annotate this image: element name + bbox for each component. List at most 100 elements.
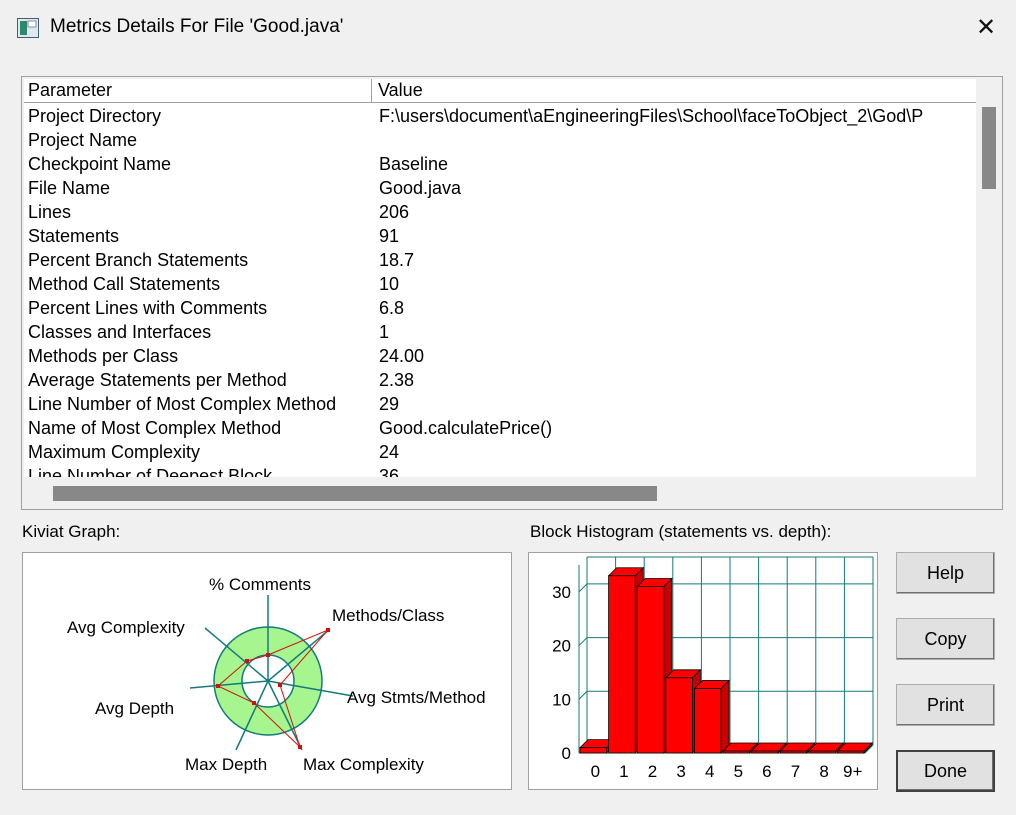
x-tick-label: 5 [734, 762, 743, 781]
table-row[interactable]: Project Directory F:\users\document\aEngi… [24, 105, 976, 129]
block-histogram-chart: 01020300 1 2 3 4 5 6 7 8 9+ [552, 556, 874, 781]
x-tick-label: 6 [762, 762, 771, 781]
kiviat-graph: % Comments Methods/Class Avg Stmts/Metho… [67, 575, 486, 774]
table-row[interactable]: Checkpoint Name Baseline [24, 153, 976, 177]
parameter-cell: Maximum Complexity [28, 442, 201, 462]
grid-line [578, 637, 588, 646]
parameter-cell: Checkpoint Name [28, 154, 172, 174]
y-tick-label: 30 [552, 583, 571, 602]
parameter-cell: Project Directory [28, 106, 162, 126]
parameter-cell: Percent Branch Statements [28, 250, 249, 270]
table-row[interactable]: Lines 206 [24, 201, 976, 225]
app-icon [17, 18, 39, 38]
value-cell: F:\users\document\aEngineeringFiles\Scho… [379, 106, 924, 126]
bar [722, 750, 751, 754]
parameter-cell: Statements [28, 226, 120, 246]
column-header-parameter[interactable]: Parameter [28, 80, 112, 101]
vertical-scrollbar[interactable] [976, 79, 1000, 477]
parameter-cell: Line Number of Deepest Block [28, 466, 273, 477]
value-cell: 206 [379, 202, 410, 222]
table-row[interactable]: Methods per Class 24.00 [24, 345, 976, 369]
x-tick-label: 8 [819, 762, 828, 781]
table-row[interactable]: Line Number of Most Complex Method 29 [24, 393, 976, 417]
kiviat-axis-avg-complexity: Avg Complexity [67, 618, 185, 637]
kiviat-axis-comments: % Comments [209, 575, 311, 594]
vertical-scroll-thumb[interactable] [982, 107, 996, 189]
grid-line [578, 583, 588, 593]
value-cell: 36 [379, 466, 400, 477]
value-cell: 24 [379, 442, 400, 462]
value-cell: Baseline [379, 154, 449, 174]
table-row[interactable]: Method Call Statements 10 [24, 273, 976, 297]
bar [608, 575, 636, 754]
kiviat-axis-avg-stmts: Avg Stmts/Method [347, 688, 486, 707]
table-row[interactable]: Line Number of Deepest Block 36 [24, 465, 976, 477]
x-tick-label: 7 [791, 762, 800, 781]
metrics-table: Parameter Value Project Directory F:\user… [24, 79, 976, 477]
column-divider[interactable] [371, 79, 372, 102]
value-cell: Good.calculatePrice() [379, 418, 553, 438]
table-row[interactable]: Project Name [24, 129, 976, 153]
parameter-cell: Name of Most Complex Method [28, 418, 282, 438]
table-header: Parameter Value [24, 79, 976, 103]
parameter-cell: Method Call Statements [28, 274, 221, 294]
done-button[interactable]: Done [896, 750, 995, 792]
copy-button[interactable]: Copy [896, 618, 995, 660]
x-tick-label: 2 [648, 762, 657, 781]
bar [836, 750, 865, 754]
kiviat-axis-max-complexity: Max Complexity [303, 755, 424, 774]
x-tick-label: 1 [619, 762, 628, 781]
bar [693, 688, 722, 754]
horizontal-scroll-thumb[interactable] [53, 486, 657, 501]
histogram-panel: 0 10 20 30 0 1 2 3 4 5 6 7 8 9+ [528, 552, 878, 790]
table-row[interactable]: Percent Branch Statements 18.7 [24, 249, 976, 273]
x-tick-label: 3 [676, 762, 685, 781]
value-cell: 10 [379, 274, 400, 294]
kiviat-label: Kiviat Graph: [22, 522, 121, 541]
table-row[interactable]: Statements 91 [24, 225, 976, 249]
kiviat-axis-avg-depth: Avg Depth [95, 699, 174, 718]
parameter-cell: Classes and Interfaces [28, 322, 212, 342]
bar [751, 750, 779, 754]
x-tick-label: 9+ [843, 762, 862, 781]
bar [808, 750, 836, 754]
table-row[interactable]: Percent Lines with Comments 6.8 [24, 297, 976, 321]
value-cell: 29 [379, 394, 400, 414]
value-cell: 1 [379, 322, 390, 342]
y-tick-label: 10 [552, 690, 571, 709]
table-row[interactable]: File Name Good.java [24, 177, 976, 201]
window-title: Metrics Details For File 'Good.java' [50, 16, 344, 37]
x-tick-label: 0 [591, 762, 600, 781]
table-row[interactable]: Maximum Complexity 24 [24, 441, 976, 465]
parameter-cell: Methods per Class [28, 346, 179, 366]
parameter-cell: Percent Lines with Comments [28, 298, 268, 318]
parameter-cell: Lines [28, 202, 72, 222]
close-icon[interactable]: ✕ [968, 12, 1004, 44]
grid-line [578, 690, 588, 700]
bar [779, 750, 808, 754]
table-row[interactable]: Name of Most Complex Method Good.calculat… [24, 417, 976, 441]
x-tick-label: 4 [705, 762, 714, 781]
histogram-label: Block Histogram (statements vs. depth): [530, 522, 832, 541]
kiviat-axis-max-depth: Max Depth [185, 755, 267, 774]
bar [665, 677, 693, 754]
kiviat-graph-panel: % Comments Methods/Class Avg Stmts/Metho… [22, 552, 512, 790]
value-cell: 2.38 [379, 370, 415, 390]
help-button[interactable]: Help [896, 552, 995, 594]
y-tick-label: 20 [552, 637, 571, 656]
column-header-value[interactable]: Value [378, 80, 423, 101]
table-row[interactable]: Classes and Interfaces 1 [24, 321, 976, 345]
parameter-cell: File Name [28, 178, 111, 198]
parameter-cell: Line Number of Most Complex Method [28, 394, 337, 414]
table-row[interactable]: Average Statements per Method 2.38 [24, 369, 976, 393]
y-tick-label: 0 [562, 744, 571, 763]
parameter-cell: Average Statements per Method [28, 370, 287, 390]
bar [636, 586, 665, 754]
horizontal-scrollbar[interactable] [24, 477, 976, 507]
value-cell: 24.00 [379, 346, 425, 366]
value-cell: 6.8 [379, 298, 405, 318]
value-cell: 18.7 [379, 250, 415, 270]
parameter-cell: Project Name [28, 130, 138, 150]
bar [579, 747, 608, 754]
print-button[interactable]: Print [896, 684, 995, 726]
